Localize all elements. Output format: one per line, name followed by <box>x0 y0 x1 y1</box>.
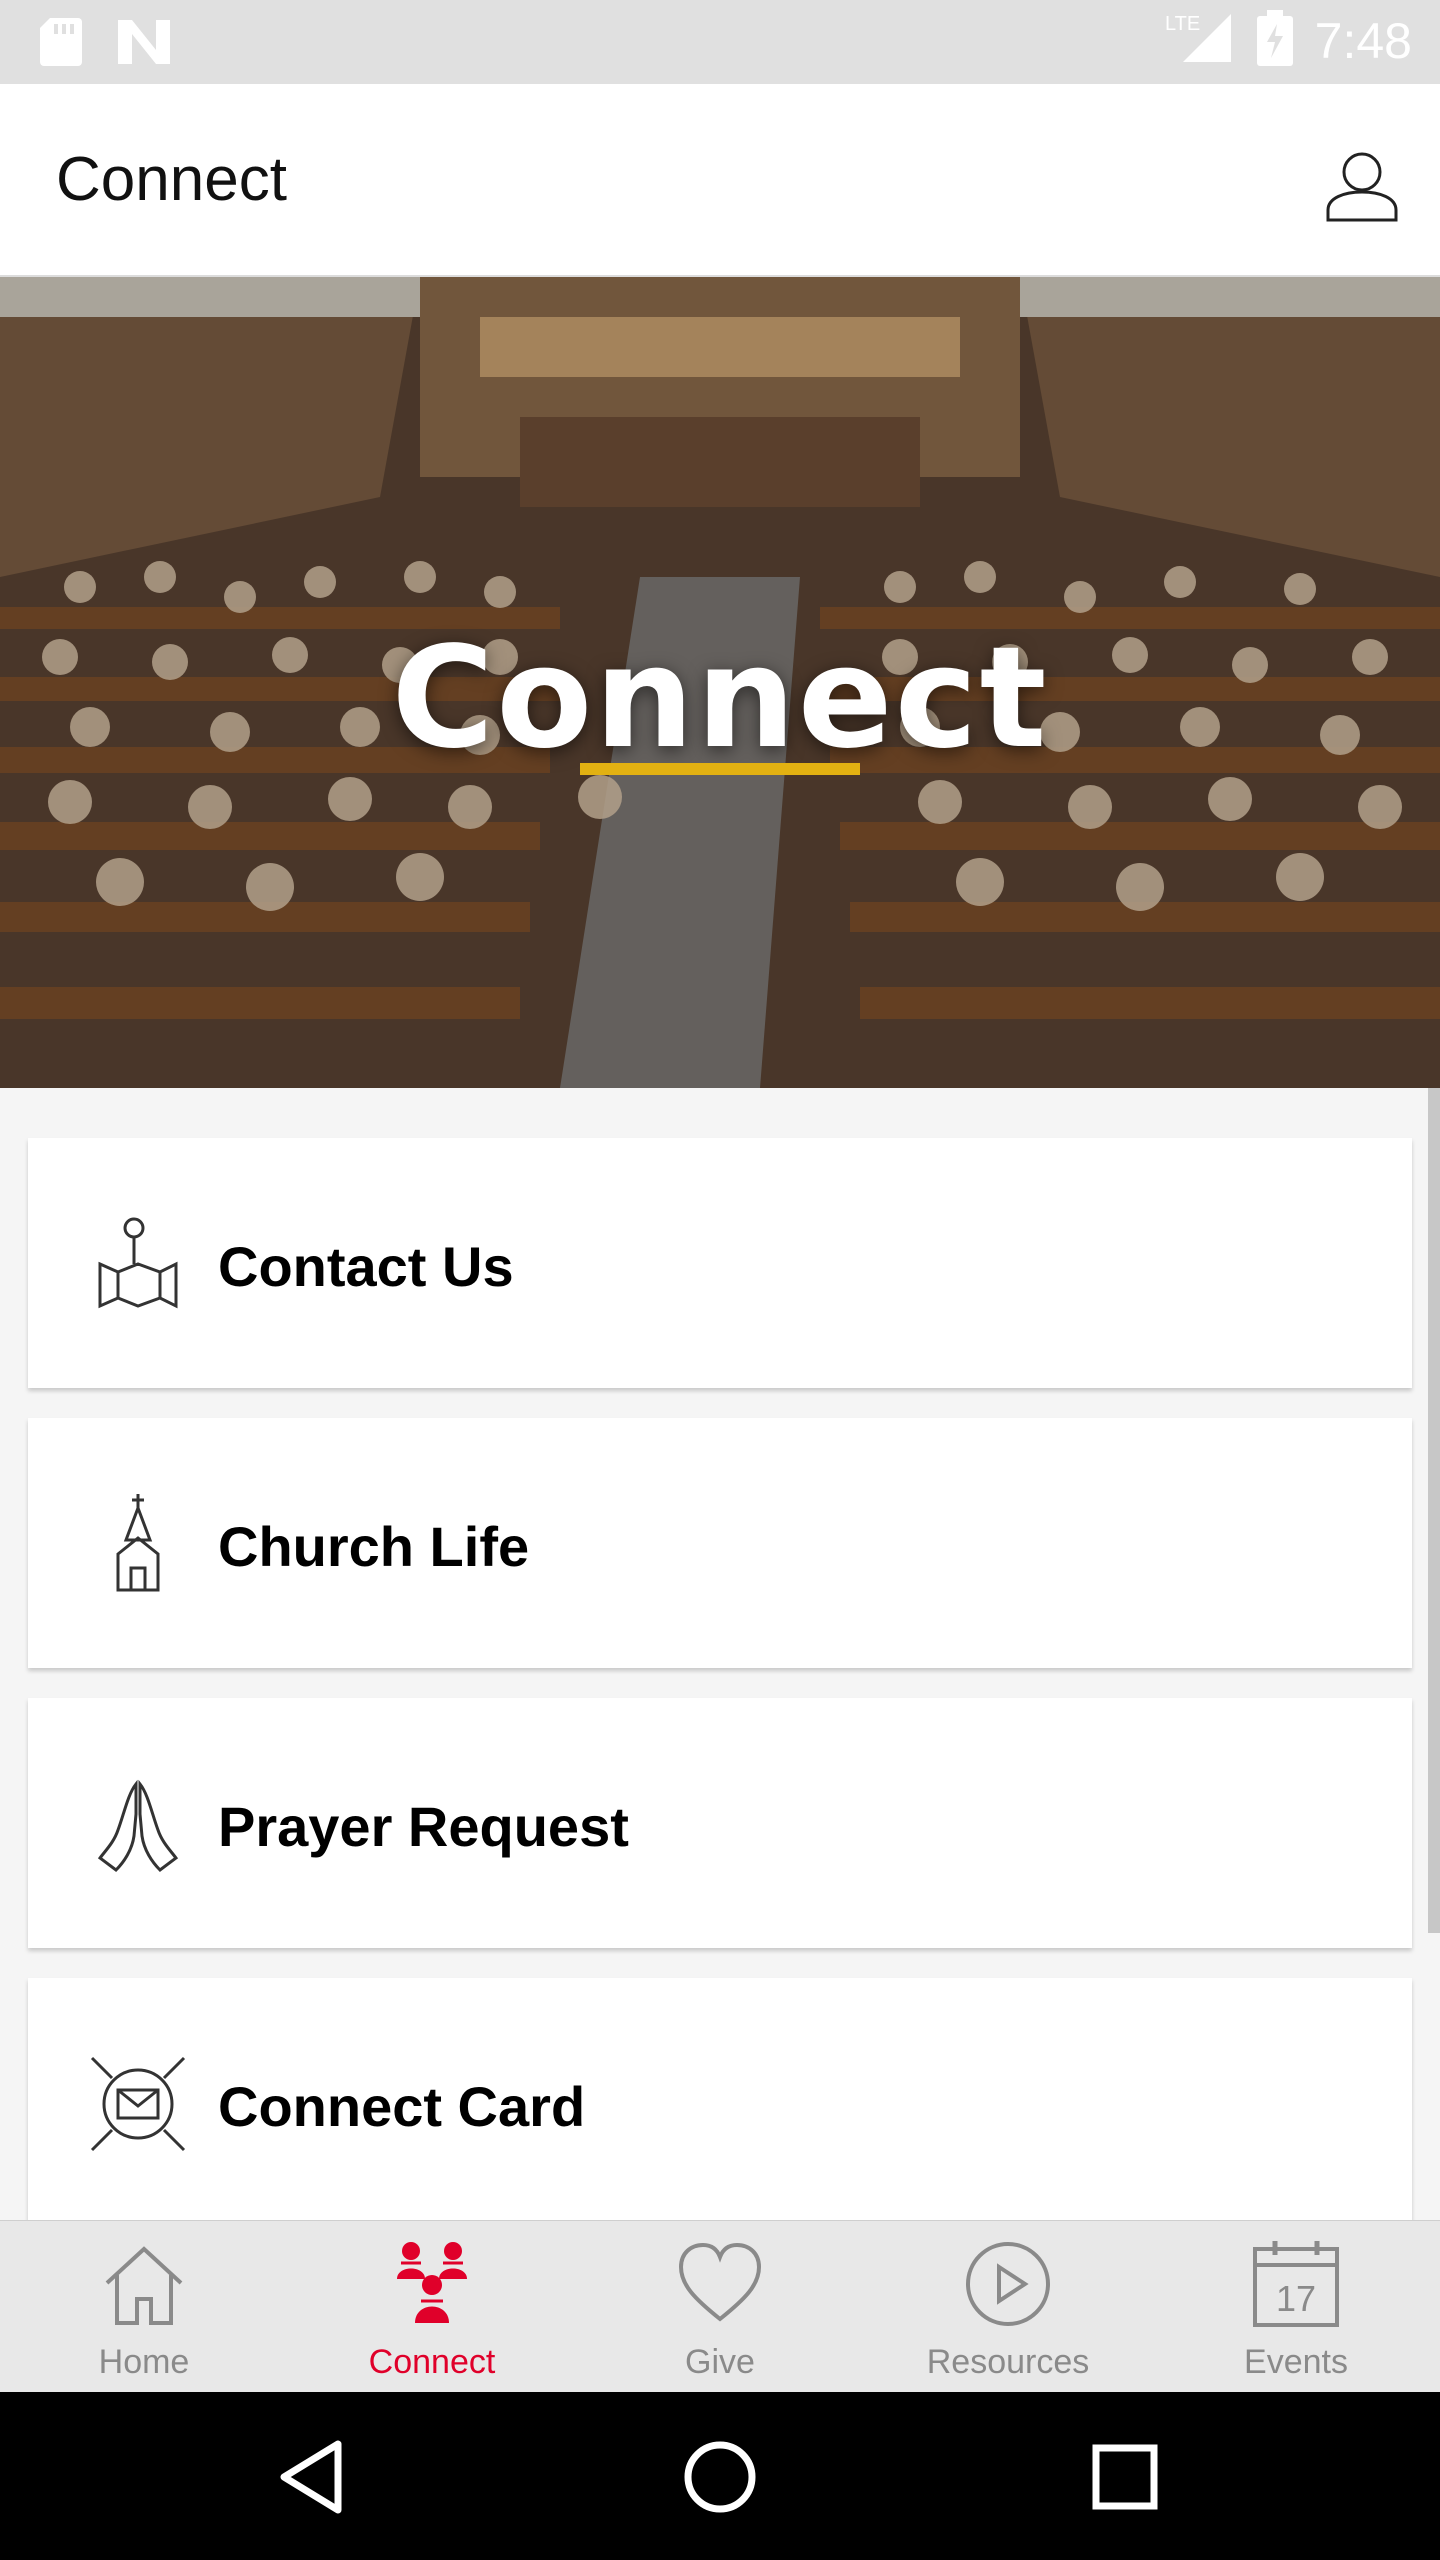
person-outline-icon <box>1326 152 1398 222</box>
tab-resources[interactable]: Resources <box>864 2221 1152 2393</box>
tab-connect[interactable]: Connect <box>288 2221 576 2393</box>
heart-icon <box>678 2242 762 2322</box>
calendar-icon: 17 <box>1253 2241 1339 2327</box>
church-icon <box>116 1494 160 1592</box>
tab-resources-label: Resources <box>926 2343 1090 2381</box>
tab-connect-label: Connect <box>368 2343 496 2381</box>
contact-us-card[interactable]: Contact Us <box>28 1138 1412 1388</box>
tab-give-label: Give <box>685 2343 755 2381</box>
praying-hands-icon <box>97 1779 179 1872</box>
back-button[interactable] <box>270 2432 360 2522</box>
hero-banner: Connect <box>0 277 1440 1088</box>
system-nav-bar <box>0 2392 1440 2560</box>
map-pin-icon <box>98 1217 178 1309</box>
tab-events[interactable]: 17 Events <box>1152 2221 1440 2393</box>
prayer-request-label: Prayer Request <box>218 1795 629 1858</box>
tab-give[interactable]: Give <box>576 2221 864 2393</box>
hero-title: Connect <box>391 617 1049 780</box>
tab-home-label: Home <box>98 2343 190 2381</box>
status-bar: LTE 7:48 <box>0 0 1440 84</box>
prayer-request-card[interactable]: Prayer Request <box>28 1698 1412 1948</box>
church-life-label: Church Life <box>218 1515 530 1578</box>
envelope-icon <box>90 2056 186 2152</box>
notification-n-icon <box>118 20 170 69</box>
hero-underline <box>580 763 860 775</box>
app-bar: Connect <box>0 84 1440 277</box>
svg-text:LTE: LTE <box>1165 13 1200 35</box>
tab-home[interactable]: Home <box>0 2221 288 2393</box>
church-life-card[interactable]: Church Life <box>28 1418 1412 1668</box>
home-icon <box>105 2246 183 2325</box>
people-icon <box>397 2242 467 2323</box>
back-triangle-icon <box>280 2440 342 2514</box>
recents-square-icon <box>1092 2444 1158 2510</box>
home-button[interactable] <box>675 2432 765 2522</box>
calendar-day: 17 <box>1276 2278 1316 2319</box>
connect-card-card[interactable]: Connect Card <box>28 1978 1412 2220</box>
battery-charging-icon <box>1256 10 1293 71</box>
contact-us-label: Contact Us <box>218 1235 514 1298</box>
connect-card-label: Connect Card <box>218 2075 586 2138</box>
home-circle-icon <box>684 2441 756 2513</box>
page-title: Connect <box>56 145 287 214</box>
menu-list: Contact Us Church Life Prayer Request Co… <box>0 1088 1440 2220</box>
play-circle-icon <box>966 2242 1050 2326</box>
sd-card-icon <box>40 18 82 71</box>
scrollbar[interactable] <box>1428 1088 1440 1933</box>
status-time: 7:48 <box>1314 12 1412 69</box>
recents-button[interactable] <box>1080 2432 1170 2522</box>
tab-events-label: Events <box>1244 2343 1348 2381</box>
profile-button[interactable] <box>1324 148 1400 224</box>
bottom-tab-bar: Home Connect Give Resources 17 Events <box>0 2220 1440 2392</box>
signal-icon: LTE <box>1165 10 1235 71</box>
